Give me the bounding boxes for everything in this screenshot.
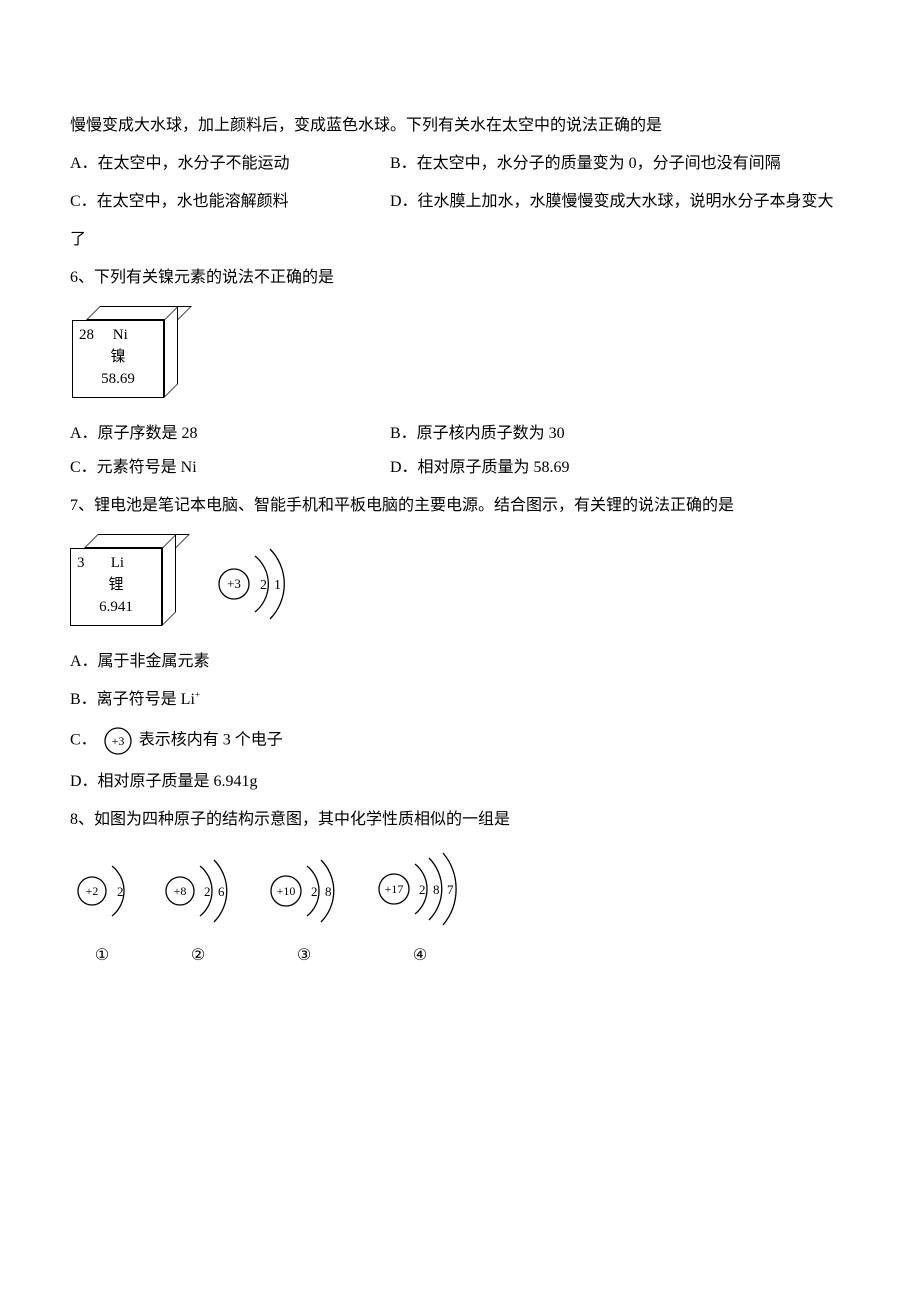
svg-text:+2: +2 <box>86 884 99 898</box>
q7-c-inline-core-icon: +3 <box>103 726 133 756</box>
svg-text:+10: +10 <box>277 884 296 898</box>
q7-core-text: +3 <box>227 576 241 591</box>
q7-atom-diagram: +3 2 1 <box>212 544 302 624</box>
q8-atom-2: +8 2 6 ② <box>160 856 236 968</box>
q6-option-a: A．原子序数是 28 <box>70 422 390 446</box>
q7-option-b-sup: + <box>195 690 200 701</box>
svg-text:6: 6 <box>218 884 225 899</box>
q6-atomic-mass: 58.69 <box>79 369 157 391</box>
cube-front-face: 28 Ni 镍 58.69 <box>72 320 164 398</box>
q5-option-b: B．在太空中，水分子的质量变为 0，分子间也没有间隔 <box>390 152 850 176</box>
q6-stem: 6、下列有关镍元素的说法不正确的是 <box>70 266 850 290</box>
cube-side-face <box>162 534 176 626</box>
q7-option-c: C． +3 表示核内有 3 个电子 <box>70 726 850 756</box>
q5-option-d-part1: D．往水膜上加水，水膜慢慢变成大水球，说明水分子本身变大 <box>390 190 850 214</box>
q6-option-b: B．原子核内质子数为 30 <box>390 422 565 446</box>
q6-option-d: D．相对原子质量为 58.69 <box>390 456 570 480</box>
svg-text:2: 2 <box>419 882 426 897</box>
q7-c-post: 表示核内有 3 个电子 <box>139 732 283 749</box>
q5-row-cd: C．在太空中，水也能溶解颜料 D．往水膜上加水，水膜慢慢变成大水球，说明水分子本… <box>70 190 850 214</box>
q5-row-ab: A．在太空中，水分子不能运动 B．在太空中，水分子的质量变为 0，分子间也没有间… <box>70 152 850 176</box>
q7-element-cell: 3 Li 锂 6.941 <box>70 536 190 632</box>
q8-label-2: ② <box>160 944 236 968</box>
svg-text:2: 2 <box>311 884 318 899</box>
q8-stem: 8、如图为四种原子的结构示意图，其中化学性质相似的一组是 <box>70 808 850 832</box>
svg-text:+3: +3 <box>111 734 124 748</box>
q8-atom-1: +2 2 ① <box>72 856 132 968</box>
svg-text:2: 2 <box>117 884 124 899</box>
q7-option-d: D．相对原子质量是 6.941g <box>70 770 850 794</box>
q6-element-name: 镍 <box>79 347 157 369</box>
q7-option-b: B．离子符号是 Li+ <box>70 688 850 712</box>
q8-label-1: ① <box>72 944 132 968</box>
svg-text:8: 8 <box>433 882 440 897</box>
svg-text:2: 2 <box>204 884 211 899</box>
svg-text:+17: +17 <box>385 882 404 896</box>
q8-label-4: ④ <box>372 944 468 968</box>
q5-option-c: C．在太空中，水也能溶解颜料 <box>70 190 390 214</box>
svg-text:8: 8 <box>325 884 332 899</box>
q6-row-ab: A．原子序数是 28 B．原子核内质子数为 30 <box>70 422 850 446</box>
cube-side-face <box>164 306 178 398</box>
cube-front-face: 3 Li 锂 6.941 <box>70 548 162 626</box>
q7-shell-1: 2 <box>260 578 267 593</box>
q7-stem: 7、锂电池是笔记本电脑、智能手机和平板电脑的主要电源。结合图示，有关锂的说法正确… <box>70 494 850 518</box>
q8-figure-row: +2 2 ① +8 2 6 ② +10 2 <box>72 852 850 968</box>
q7-c-pre: C． <box>70 732 97 749</box>
q8-atom-4: +17 2 8 7 ④ <box>372 852 468 968</box>
q5-option-a: A．在太空中，水分子不能运动 <box>70 152 390 176</box>
q7-shell-2: 1 <box>274 578 281 593</box>
q6-atomic-number: 28 <box>79 327 94 343</box>
intro-line: 慢慢变成大水球，加上颜料后，变成蓝色水球。下列有关水在太空中的说法正确的是 <box>70 114 850 138</box>
q7-element-name: 锂 <box>77 575 155 597</box>
q6-row-cd: C．元素符号是 Ni D．相对原子质量为 58.69 <box>70 456 850 480</box>
q7-element-symbol: Li <box>111 555 124 571</box>
q7-atomic-mass: 6.941 <box>77 597 155 619</box>
q7-atomic-number: 3 <box>77 555 85 571</box>
q6-option-c: C．元素符号是 Ni <box>70 456 390 480</box>
q7-option-a: A．属于非金属元素 <box>70 650 850 674</box>
svg-text:+8: +8 <box>174 884 187 898</box>
q6-element-symbol: Ni <box>113 327 128 343</box>
q7-figure: 3 Li 锂 6.941 +3 2 1 <box>70 536 850 632</box>
q8-atom-3: +10 2 8 ③ <box>264 856 344 968</box>
q7-option-b-text: B．离子符号是 Li <box>70 691 195 708</box>
q6-element-cell: 28 Ni 镍 58.69 <box>72 308 192 404</box>
q5-option-d-part2: 了 <box>70 228 850 252</box>
page: 慢慢变成大水球，加上颜料后，变成蓝色水球。下列有关水在太空中的说法正确的是 A．… <box>0 0 920 1302</box>
q8-label-3: ③ <box>264 944 344 968</box>
svg-text:7: 7 <box>447 882 454 897</box>
